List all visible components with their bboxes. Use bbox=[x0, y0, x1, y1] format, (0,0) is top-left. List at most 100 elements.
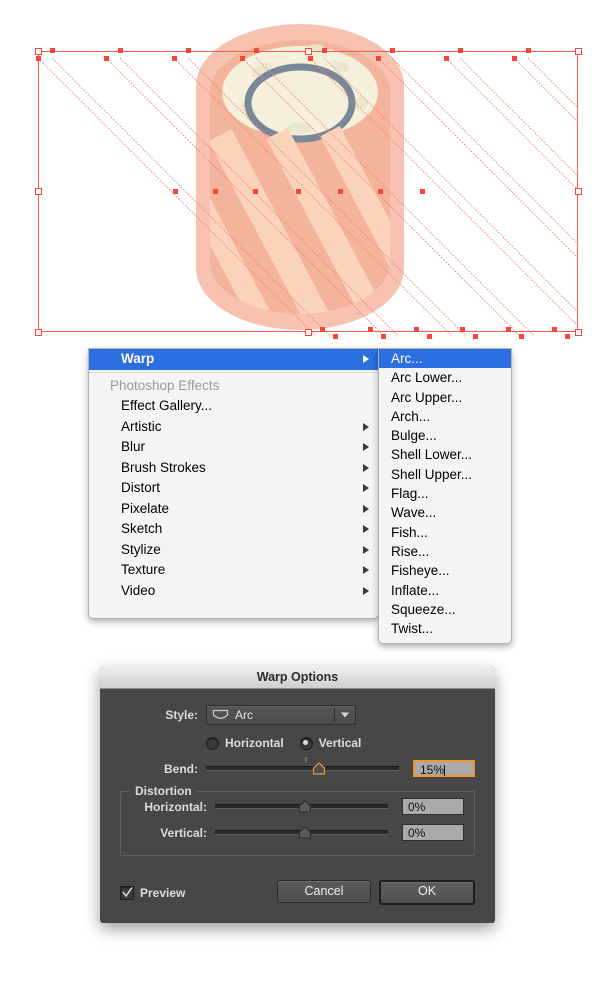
submenu-item-rise[interactable]: Rise... bbox=[379, 542, 511, 561]
bend-slider-track[interactable] bbox=[206, 766, 399, 771]
mesh-point[interactable] bbox=[506, 327, 511, 332]
selection-handle-top-right[interactable] bbox=[574, 47, 582, 55]
menu-item-distort[interactable]: Distort bbox=[89, 478, 378, 499]
mesh-point[interactable] bbox=[473, 334, 478, 339]
mesh-point[interactable] bbox=[186, 48, 191, 53]
selection-handle-top-left[interactable] bbox=[34, 47, 42, 55]
selection-handle-bottom-center[interactable] bbox=[304, 328, 312, 336]
menu-item-stylize[interactable]: Stylize bbox=[89, 540, 378, 561]
menu-item-label: Pixelate bbox=[121, 500, 170, 516]
warp-options-dialog[interactable]: Warp Options Style: Arc Horizontal Verti bbox=[100, 666, 495, 923]
mesh-point[interactable] bbox=[36, 56, 41, 61]
mesh-point[interactable] bbox=[427, 334, 432, 339]
mesh-point[interactable] bbox=[460, 327, 465, 332]
mesh-point[interactable] bbox=[308, 56, 313, 61]
dialog-buttons: Cancel OK bbox=[277, 880, 475, 905]
mesh-point[interactable] bbox=[296, 189, 301, 194]
distortion-vertical-thumb[interactable] bbox=[298, 825, 311, 839]
mesh-point[interactable] bbox=[414, 327, 419, 332]
submenu-item-arc[interactable]: Arc... bbox=[379, 349, 511, 369]
distortion-horizontal-slider[interactable] bbox=[215, 799, 394, 815]
menu-item-label: Sketch bbox=[121, 521, 163, 536]
menu-item-warp[interactable]: Warp bbox=[89, 349, 378, 370]
submenu-item-arch[interactable]: Arch... bbox=[379, 407, 511, 426]
mesh-point[interactable] bbox=[378, 189, 383, 194]
mesh-point[interactable] bbox=[50, 48, 55, 53]
mesh-point[interactable] bbox=[444, 56, 449, 61]
mesh-point[interactable] bbox=[118, 48, 123, 53]
bend-slider[interactable] bbox=[206, 756, 405, 777]
radio-vertical[interactable]: Vertical bbox=[299, 736, 362, 750]
menu-item-pixelate[interactable]: Pixelate bbox=[89, 499, 378, 520]
mesh-point[interactable] bbox=[552, 327, 557, 332]
selection-handle-mid-left[interactable] bbox=[34, 188, 42, 195]
effect-context-menu[interactable]: Warp Photoshop Effects Effect Gallery...… bbox=[88, 348, 379, 619]
distortion-horizontal-label: Horizontal: bbox=[144, 799, 207, 814]
mesh-point[interactable] bbox=[254, 48, 259, 53]
submenu-item-fish[interactable]: Fish... bbox=[379, 523, 511, 542]
mesh-point[interactable] bbox=[390, 48, 395, 53]
submenu-item-inflate[interactable]: Inflate... bbox=[379, 581, 511, 600]
mesh-point[interactable] bbox=[376, 56, 381, 61]
distortion-vertical-slider[interactable] bbox=[215, 825, 394, 841]
distortion-vertical-field[interactable]: 0% bbox=[402, 824, 464, 841]
mesh-point[interactable] bbox=[519, 334, 524, 339]
mesh-point[interactable] bbox=[458, 48, 463, 53]
style-dropdown[interactable]: Arc bbox=[206, 705, 356, 725]
submenu-item-shell-lower[interactable]: Shell Lower... bbox=[379, 445, 511, 464]
mesh-point[interactable] bbox=[173, 189, 178, 194]
submenu-item-twist[interactable]: Twist... bbox=[379, 619, 511, 638]
menu-item-artistic[interactable]: Artistic bbox=[89, 417, 378, 438]
submenu-item-arc-upper[interactable]: Arc Upper... bbox=[379, 388, 511, 407]
selection-handle-top-center[interactable] bbox=[304, 47, 312, 55]
mesh-point[interactable] bbox=[253, 189, 258, 194]
mesh-point[interactable] bbox=[338, 189, 343, 194]
mesh-point[interactable] bbox=[381, 334, 386, 339]
preview-checkbox[interactable]: Preview bbox=[120, 885, 185, 900]
submenu-item-flag[interactable]: Flag... bbox=[379, 484, 511, 503]
mesh-point[interactable] bbox=[526, 48, 531, 53]
submenu-item-arc-lower[interactable]: Arc Lower... bbox=[379, 368, 511, 387]
mesh-point[interactable] bbox=[565, 334, 570, 339]
submenu-item-fisheye[interactable]: Fisheye... bbox=[379, 561, 511, 580]
style-row: Style: Arc bbox=[120, 705, 475, 725]
submenu-item-bulge[interactable]: Bulge... bbox=[379, 426, 511, 445]
warp-style-submenu[interactable]: Arc... Arc Lower... Arc Upper... Arch...… bbox=[378, 348, 512, 645]
submenu-item-squeeze[interactable]: Squeeze... bbox=[379, 600, 511, 619]
radio-vertical-label: Vertical bbox=[318, 736, 362, 750]
submenu-item-wave[interactable]: Wave... bbox=[379, 503, 511, 522]
selection-handle-bottom-left[interactable] bbox=[34, 328, 42, 336]
menu-item-effect-gallery[interactable]: Effect Gallery... bbox=[89, 396, 378, 417]
mesh-point[interactable] bbox=[213, 189, 218, 194]
menu-item-blur[interactable]: Blur bbox=[89, 437, 378, 458]
menu-item-brush-strokes[interactable]: Brush Strokes bbox=[89, 458, 378, 479]
mesh-point[interactable] bbox=[512, 56, 517, 61]
chevron-right-icon bbox=[363, 443, 369, 452]
ok-button[interactable]: OK bbox=[379, 880, 475, 905]
cancel-button[interactable]: Cancel bbox=[277, 880, 371, 903]
menu-item-texture[interactable]: Texture bbox=[89, 560, 378, 581]
bend-slider-thumb[interactable] bbox=[313, 761, 326, 775]
style-label: Style: bbox=[165, 708, 198, 722]
mesh-point[interactable] bbox=[322, 48, 327, 53]
menu-item-sketch[interactable]: Sketch bbox=[89, 519, 378, 540]
mesh-point[interactable] bbox=[333, 334, 338, 339]
mesh-point[interactable] bbox=[104, 56, 109, 61]
illustrator-canvas[interactable] bbox=[0, 0, 600, 345]
radio-horizontal[interactable]: Horizontal bbox=[206, 736, 284, 750]
mesh-point[interactable] bbox=[320, 327, 325, 332]
submenu-item-shell-upper[interactable]: Shell Upper... bbox=[379, 465, 511, 484]
mesh-point[interactable] bbox=[240, 56, 245, 61]
menu-item-label: Brush Strokes bbox=[121, 459, 206, 475]
selection-handle-mid-right[interactable] bbox=[574, 188, 582, 195]
menu-item-label: Artistic bbox=[121, 418, 162, 434]
mesh-point[interactable] bbox=[420, 189, 425, 194]
bend-value-field[interactable]: 15% bbox=[413, 760, 475, 777]
distortion-horizontal-field[interactable]: 0% bbox=[402, 798, 464, 815]
mesh-point[interactable] bbox=[172, 56, 177, 61]
distortion-horizontal-thumb[interactable] bbox=[298, 799, 311, 813]
mesh-point[interactable] bbox=[368, 327, 373, 332]
selection-handle-bottom-right[interactable] bbox=[574, 328, 582, 336]
capsule-artwork[interactable] bbox=[0, 0, 600, 345]
menu-item-video[interactable]: Video bbox=[89, 581, 378, 602]
